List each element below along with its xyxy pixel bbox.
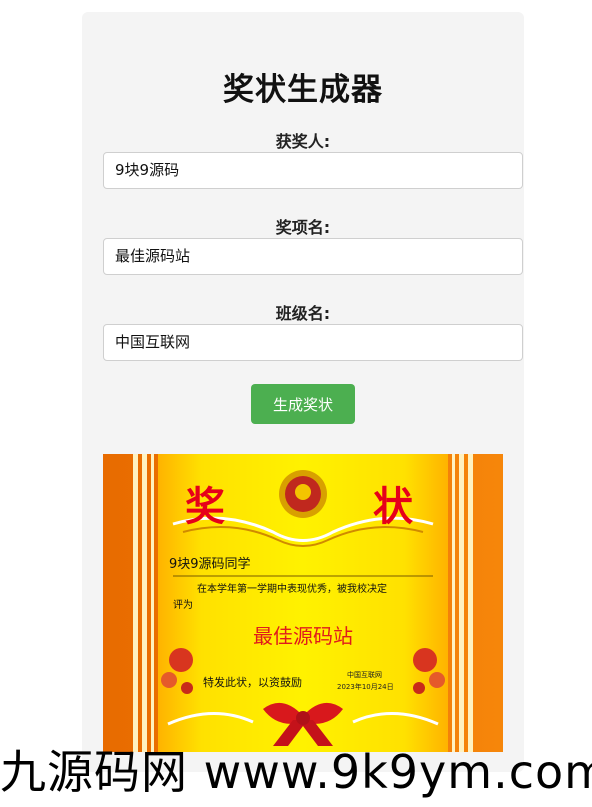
certificate-date: 2023年10月24日 (337, 683, 394, 691)
recipient-input[interactable] (103, 152, 523, 189)
certificate-closing: 特发此状，以资鼓励 (203, 676, 302, 689)
certificate-issuer: 中国互联网 (347, 671, 382, 679)
certificate-award-name: 最佳源码站 (253, 624, 353, 648)
generate-certificate-button[interactable]: 生成奖状 (251, 384, 355, 424)
flower-right-icon (413, 648, 437, 672)
award-input[interactable] (103, 238, 523, 275)
certificate-body: 在本学年第一学期中表现优秀，被我校决定 (197, 584, 387, 595)
site-watermark: 九源码网 www.9k9ym.com (0, 745, 592, 799)
certificate-body-2: 评为 (173, 600, 193, 611)
generator-card: 奖状生成器 获奖人: 奖项名: 班级名: 生成奖状 (82, 12, 524, 772)
recipient-label: 获奖人: (275, 132, 331, 151)
award-label: 奖项名: (275, 218, 331, 237)
certificate-background (103, 454, 503, 752)
page-title: 奖状生成器 (223, 72, 383, 108)
certificate-heading-left: 奖 (185, 484, 227, 530)
flower-left-icon (169, 648, 193, 672)
certificate-heading-right: 状 (373, 484, 415, 530)
class-input[interactable] (103, 324, 523, 361)
class-label: 班级名: (275, 304, 331, 323)
certificate-recipient: 9块9源码同学 (169, 557, 251, 572)
certificate-preview: 奖 状 9块9源码同学 在本学年第一学期中表现优秀，被我校决定 评为 最佳源码站… (103, 454, 503, 752)
